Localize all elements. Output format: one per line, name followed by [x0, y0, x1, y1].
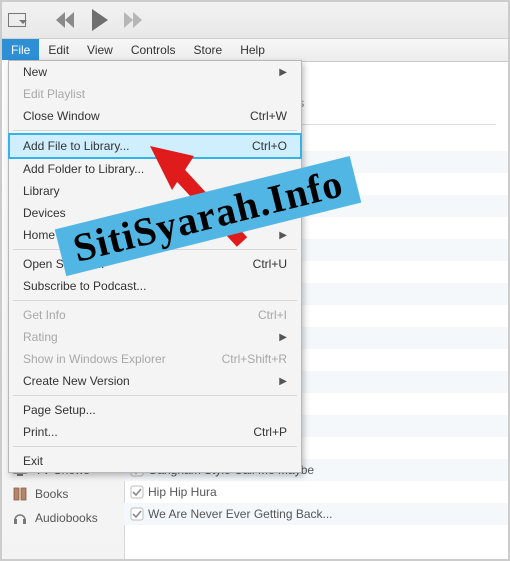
- app-window: FileEditViewControlsStoreHelp TV ShowsBo…: [0, 0, 510, 561]
- checkbox-icon[interactable]: [130, 485, 144, 499]
- menu-item-devices[interactable]: Devices▶: [9, 202, 301, 224]
- sidebar-item-audiobooks[interactable]: Audiobooks: [2, 506, 124, 530]
- submenu-arrow-icon: ▶: [279, 376, 287, 387]
- menu-file[interactable]: File: [2, 39, 39, 61]
- previous-icon[interactable]: [54, 12, 76, 28]
- menu-item-show-in-windows-explorer: Show in Windows ExplorerCtrl+Shift+R: [9, 348, 301, 370]
- sidebar-item-books[interactable]: Books: [2, 482, 124, 506]
- shortcut: Ctrl+I: [258, 308, 287, 322]
- menu-item-subscribe-to-podcast[interactable]: Subscribe to Podcast...: [9, 275, 301, 297]
- menu-item-exit[interactable]: Exit: [9, 450, 301, 472]
- submenu-arrow-icon: ▶: [279, 67, 287, 78]
- menu-edit[interactable]: Edit: [39, 39, 78, 61]
- menu-store[interactable]: Store: [185, 39, 232, 61]
- playback-controls: [54, 9, 146, 31]
- menu-item-home-sharing[interactable]: Home Sharing▶: [9, 224, 301, 246]
- menu-item-page-setup[interactable]: Page Setup...: [9, 399, 301, 421]
- menu-item-library[interactable]: Library▶: [9, 180, 301, 202]
- menu-item-get-info: Get InfoCtrl+I: [9, 304, 301, 326]
- submenu-arrow-icon: ▶: [279, 208, 287, 219]
- menu-help[interactable]: Help: [231, 39, 274, 61]
- play-icon[interactable]: [90, 9, 110, 31]
- track-name: Hip Hip Hura: [148, 485, 217, 499]
- shortcut: Ctrl+W: [250, 109, 287, 123]
- menubar: FileEditViewControlsStoreHelp: [2, 39, 508, 62]
- menu-item-create-new-version[interactable]: Create New Version▶: [9, 370, 301, 392]
- submenu-arrow-icon: ▶: [279, 186, 287, 197]
- menu-item-edit-playlist: Edit Playlist: [9, 83, 301, 105]
- playback-bar: [2, 2, 508, 39]
- menu-view[interactable]: View: [78, 39, 122, 61]
- file-menu-dropdown: New▶Edit PlaylistClose WindowCtrl+W Add F…: [8, 60, 302, 473]
- menu-item-open-stream[interactable]: Open Stream...Ctrl+U: [9, 253, 301, 275]
- next-icon[interactable]: [124, 12, 146, 28]
- headphones-icon: [12, 511, 28, 525]
- menu-item-add-folder-to-library[interactable]: Add Folder to Library...: [9, 158, 301, 180]
- shortcut: Ctrl+U: [253, 257, 287, 271]
- track-row[interactable]: We Are Never Ever Getting Back...: [124, 503, 508, 525]
- shortcut: Ctrl+Shift+R: [222, 352, 287, 366]
- menu-item-rating: Rating▶: [9, 326, 301, 348]
- menu-item-new[interactable]: New▶: [9, 61, 301, 83]
- submenu-arrow-icon: ▶: [279, 332, 287, 343]
- menu-item-close-window[interactable]: Close WindowCtrl+W: [9, 105, 301, 127]
- menu-item-add-file-to-library[interactable]: Add File to Library...Ctrl+O: [8, 133, 302, 159]
- shortcut: Ctrl+O: [252, 139, 287, 153]
- book-icon: [12, 487, 28, 501]
- submenu-arrow-icon: ▶: [279, 230, 287, 241]
- shortcut: Ctrl+P: [253, 425, 287, 439]
- menu-item-print[interactable]: Print...Ctrl+P: [9, 421, 301, 443]
- miniplayer-button[interactable]: [8, 13, 26, 27]
- checkbox-icon[interactable]: [130, 507, 144, 521]
- track-row[interactable]: Hip Hip Hura: [124, 481, 508, 503]
- track-name: We Are Never Ever Getting Back...: [148, 507, 333, 521]
- menu-controls[interactable]: Controls: [122, 39, 185, 61]
